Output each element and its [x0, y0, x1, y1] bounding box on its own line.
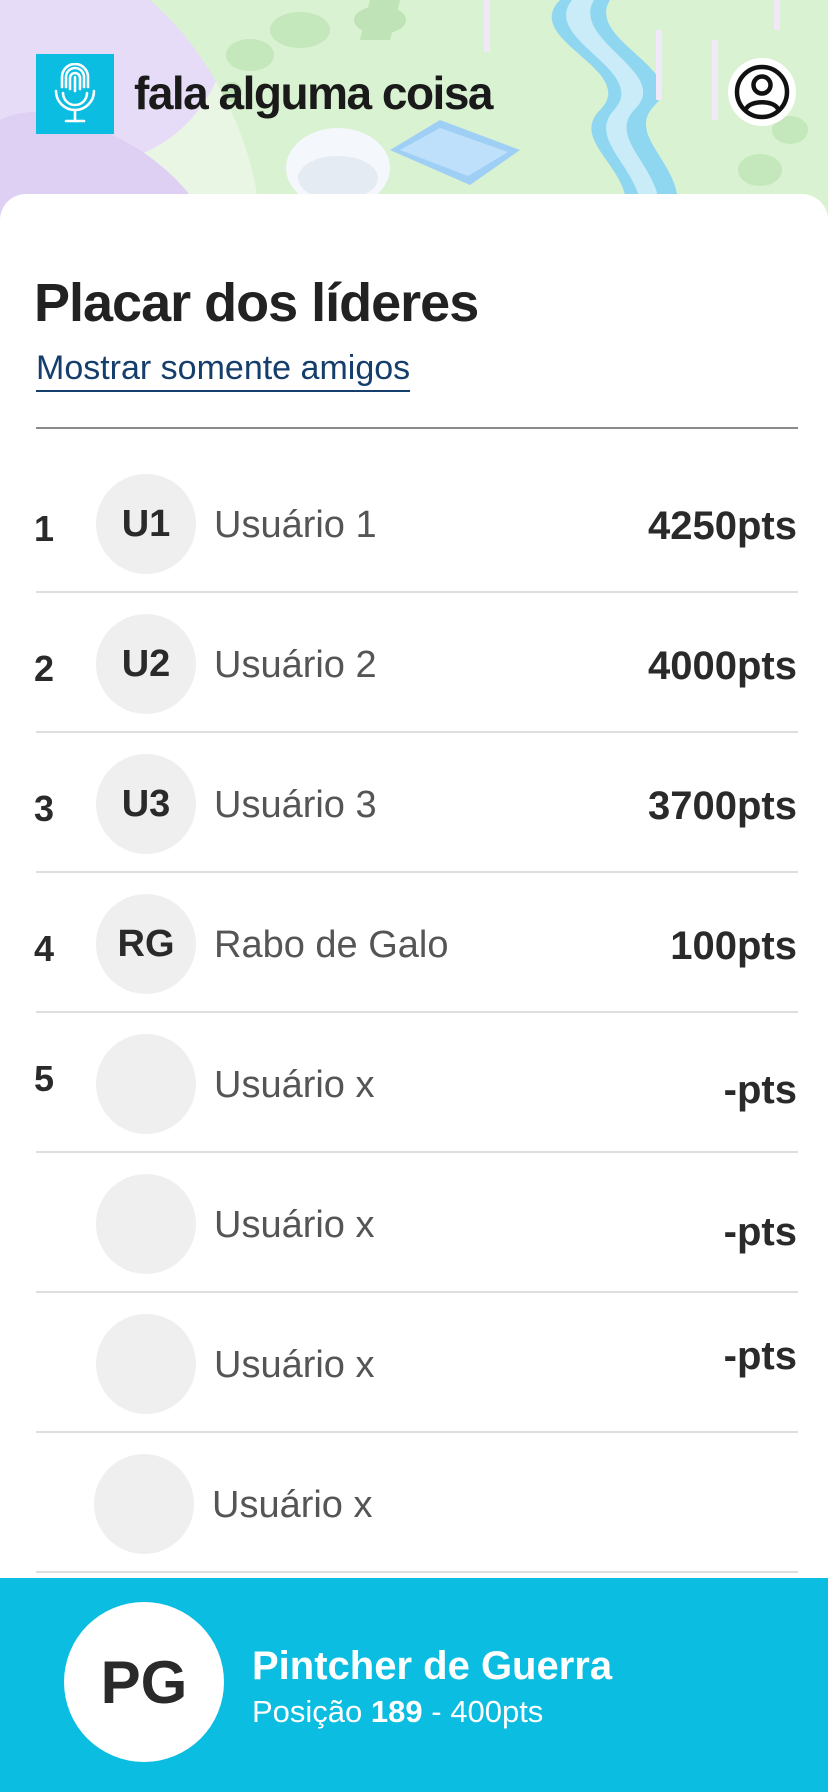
user-name: Usuário x [212, 1484, 373, 1526]
avatar: U1 [96, 474, 196, 574]
leaderboard-screen: fala alguma coisa Placar dos líderes Mos… [0, 0, 828, 1792]
position-value: 189 [370, 1694, 423, 1729]
avatar: U3 [96, 754, 196, 854]
avatar [96, 1314, 196, 1414]
avatar [96, 1174, 196, 1274]
table-row[interactable]: 3 U3 Usuário 3 3700pts [0, 734, 828, 874]
user-points: -pts [723, 1068, 797, 1112]
user-points: 4250pts [648, 504, 797, 548]
current-user-points: 400pts [450, 1694, 544, 1729]
table-row[interactable]: 2 U2 Usuário 2 4000pts [0, 594, 828, 734]
table-row[interactable]: 5 Usuário x -pts [0, 1014, 828, 1154]
rank-number: 4 [34, 928, 55, 969]
user-name: Rabo de Galo [214, 924, 449, 966]
row-divider [36, 1151, 798, 1153]
rank-number: 1 [34, 508, 55, 549]
user-name: Usuário 1 [214, 504, 377, 546]
table-row[interactable]: 1 U1 Usuário 1 4250pts [0, 454, 828, 594]
leaderboard-list: 1 U1 Usuário 1 4250pts 2 U2 Usuário 2 40… [0, 0, 828, 1792]
row-divider [36, 591, 798, 593]
user-name: Usuário x [214, 1064, 375, 1106]
position-label: Posição [252, 1694, 363, 1729]
user-points: -pts [723, 1210, 797, 1254]
avatar [94, 1454, 194, 1554]
table-row[interactable]: Usuário x [0, 1434, 828, 1574]
row-divider [36, 731, 798, 733]
avatar: PG [64, 1602, 224, 1762]
user-name: Usuário x [214, 1204, 375, 1246]
table-row[interactable]: 4 RG Rabo de Galo 100pts [0, 874, 828, 1014]
current-user-bar[interactable]: PG Pintcher de Guerra Posição 189 - 400p… [0, 1578, 828, 1792]
rank-number: 5 [34, 1058, 55, 1099]
rank-number: 3 [34, 788, 55, 829]
table-row[interactable]: Usuário x -pts [0, 1294, 828, 1434]
avatar: U2 [96, 614, 196, 714]
row-divider [36, 1431, 798, 1433]
user-name: Usuário x [214, 1344, 375, 1386]
row-divider [36, 1291, 798, 1293]
avatar [96, 1034, 196, 1134]
avatar: RG [96, 894, 196, 994]
user-points: 100pts [670, 924, 797, 968]
user-name: Usuário 2 [214, 644, 377, 686]
table-row[interactable]: Usuário x -pts [0, 1154, 828, 1294]
rank-number: 2 [34, 648, 55, 689]
user-points: 4000pts [648, 644, 797, 688]
row-divider [36, 871, 798, 873]
current-user-position: Posição 189 - 400pts [252, 1694, 543, 1730]
row-divider [36, 1571, 798, 1573]
user-name: Usuário 3 [214, 784, 377, 826]
row-divider [36, 1011, 798, 1013]
current-user-name: Pintcher de Guerra [252, 1644, 613, 1688]
separator: - [431, 1694, 442, 1729]
user-points: -pts [723, 1334, 797, 1378]
user-points: 3700pts [648, 784, 797, 828]
